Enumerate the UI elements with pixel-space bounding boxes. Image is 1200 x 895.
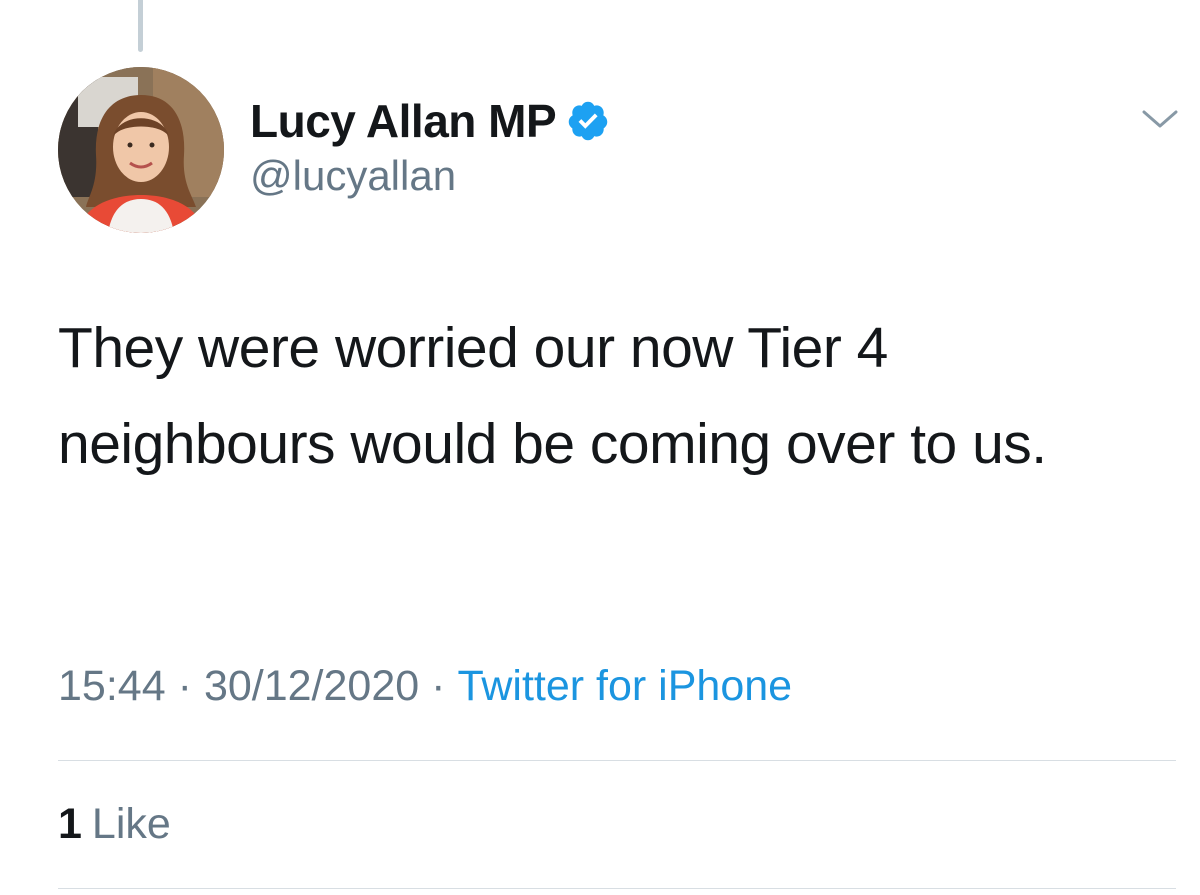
author-name-row[interactable]: Lucy Allan MP [250,92,610,150]
likes-label: Like [91,800,171,848]
thread-connector-line [138,0,143,52]
divider [58,888,1176,889]
divider [58,760,1176,761]
author-handle[interactable]: @lucyallan [250,152,456,200]
tweet-text: They were worried our now Tier 4 neighbo… [58,316,1047,476]
tweet-source-link[interactable]: Twitter for iPhone [457,662,792,711]
avatar-photo [58,67,224,233]
meta-separator: · [177,662,192,710]
author-display-name[interactable]: Lucy Allan MP [250,94,557,148]
verified-badge-icon [566,99,610,143]
tweet-metadata: 15:44 · 30/12/2020 · Twitter for iPhone [58,662,792,711]
chevron-down-icon[interactable] [1140,104,1180,134]
avatar[interactable] [58,67,224,233]
tweet-date[interactable]: 30/12/2020 [204,662,419,711]
likes-count: 1 [58,800,82,848]
tweet-time[interactable]: 15:44 [58,662,166,711]
meta-separator: · [431,662,446,710]
likes-count-link[interactable]: 1 Like [58,800,171,849]
